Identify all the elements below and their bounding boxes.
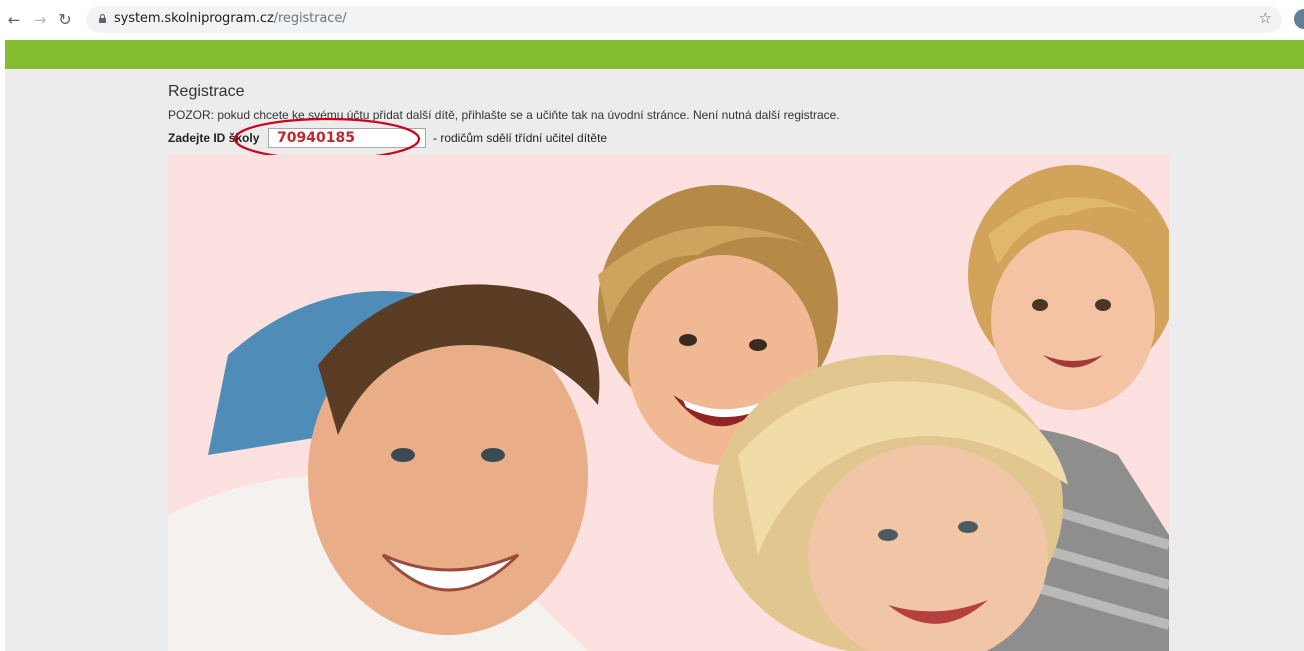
bookmark-star-icon[interactable]: ☆ bbox=[1259, 9, 1272, 27]
school-id-input[interactable] bbox=[268, 128, 426, 148]
site-header-bar bbox=[5, 40, 1304, 69]
registration-section: Registrace POZOR: pokud chcete ke svému … bbox=[168, 83, 1178, 161]
school-id-row: Zadejte ID školy - rodičům sdělí třídní … bbox=[168, 117, 1178, 161]
forward-arrow-icon[interactable]: → bbox=[30, 10, 50, 30]
warning-text: POZOR: pokud chcete ke svému účtu přidat… bbox=[168, 108, 840, 122]
family-illustration bbox=[168, 165, 1169, 651]
family-photo bbox=[168, 155, 1169, 651]
page-viewport: Registrace POZOR: pokud chcete ke svému … bbox=[0, 40, 1304, 651]
browser-toolbar: ← → ↻ system.skolniprogram.cz/registrace… bbox=[0, 0, 1304, 40]
url-path: /registrace/ bbox=[273, 11, 347, 26]
lock-icon bbox=[99, 14, 106, 23]
school-id-hint: - rodičům sdělí třídní učitel dítěte bbox=[433, 131, 608, 145]
back-arrow-icon[interactable]: ← bbox=[4, 10, 24, 30]
url-host: system.skolniprogram.cz bbox=[114, 11, 274, 26]
page-title: Registrace bbox=[168, 83, 245, 100]
reload-icon[interactable]: ↻ bbox=[55, 10, 75, 30]
url-text[interactable]: system.skolniprogram.cz/registrace/ bbox=[114, 11, 347, 26]
address-bar[interactable]: system.skolniprogram.cz/registrace/ ☆ bbox=[86, 6, 1282, 33]
school-id-label: Zadejte ID školy bbox=[168, 131, 260, 145]
profile-avatar[interactable] bbox=[1294, 9, 1304, 29]
